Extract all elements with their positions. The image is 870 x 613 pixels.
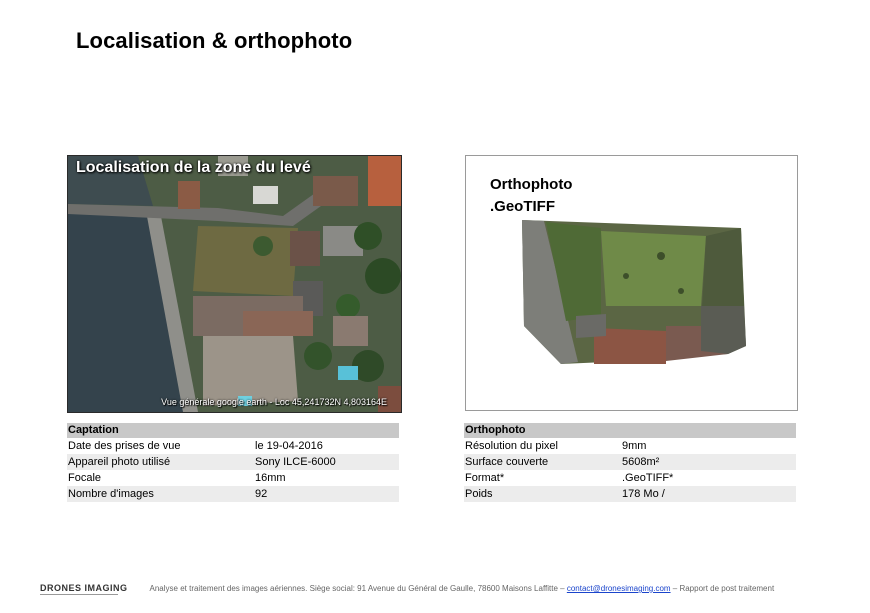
table-row: Focale 16mm — [67, 470, 399, 486]
row-label: Focale — [68, 472, 102, 484]
table-row: Résolution du pixel 9mm — [464, 438, 796, 454]
row-value: .GeoTIFF* — [622, 472, 674, 484]
captation-table: Captation Date des prises de vue le 19-0… — [67, 423, 399, 502]
table-row: Surface couverte 5608m² — [464, 454, 796, 470]
row-value: 16mm — [255, 472, 286, 484]
row-label: Date des prises de vue — [68, 440, 181, 452]
row-value: 178 Mo / — [622, 488, 665, 500]
captation-header: Captation — [67, 423, 399, 438]
orthophoto-panel: Orthophoto .GeoTIFF — [465, 155, 798, 411]
logo-text: DRONES IMAGING — [40, 583, 128, 593]
table-row: Appareil photo utilisé Sony ILCE-6000 — [67, 454, 399, 470]
table-row: Format* .GeoTIFF* — [464, 470, 796, 486]
table-row: Nombre d'images 92 — [67, 486, 399, 502]
contact-email-link[interactable]: contact@dronesimaging.com — [567, 584, 671, 593]
row-label: Nombre d'images — [68, 488, 154, 500]
footer-text-end: – Rapport de post traitement — [670, 584, 775, 593]
orthophoto-table: Orthophoto Résolution du pixel 9mm Surfa… — [464, 423, 796, 502]
row-value: Sony ILCE-6000 — [255, 456, 336, 468]
table-row: Poids 178 Mo / — [464, 486, 796, 502]
footer: DRONES IMAGING Analyse et traitement des … — [40, 583, 774, 598]
company-logo: DRONES IMAGING — [40, 583, 128, 598]
row-label: Surface couverte — [465, 456, 549, 468]
footer-text: Analyse et traitement des images aérienn… — [149, 584, 567, 593]
row-value: 9mm — [622, 440, 647, 452]
logo-underline — [40, 594, 118, 598]
orthophoto-image — [522, 220, 746, 364]
aerial-caption: Vue générale google earth - Loc 45,24173… — [161, 397, 387, 407]
row-value: 92 — [255, 488, 268, 500]
orthophoto-header: Orthophoto — [464, 423, 796, 438]
row-label: Format* — [465, 472, 505, 484]
page-title: Localisation & orthophoto — [76, 28, 353, 53]
aerial-map-graphic — [68, 156, 401, 412]
aerial-title: Localisation de la zone du levé — [76, 159, 311, 176]
row-value: le 19-04-2016 — [255, 440, 323, 452]
row-label: Appareil photo utilisé — [68, 456, 171, 468]
row-value: 5608m² — [622, 456, 660, 468]
row-label: Résolution du pixel — [465, 440, 558, 452]
aerial-location-image: Localisation de la zone du levé Vue géné… — [67, 155, 402, 413]
table-row: Date des prises de vue le 19-04-2016 — [67, 438, 399, 454]
row-label: Poids — [465, 488, 493, 500]
